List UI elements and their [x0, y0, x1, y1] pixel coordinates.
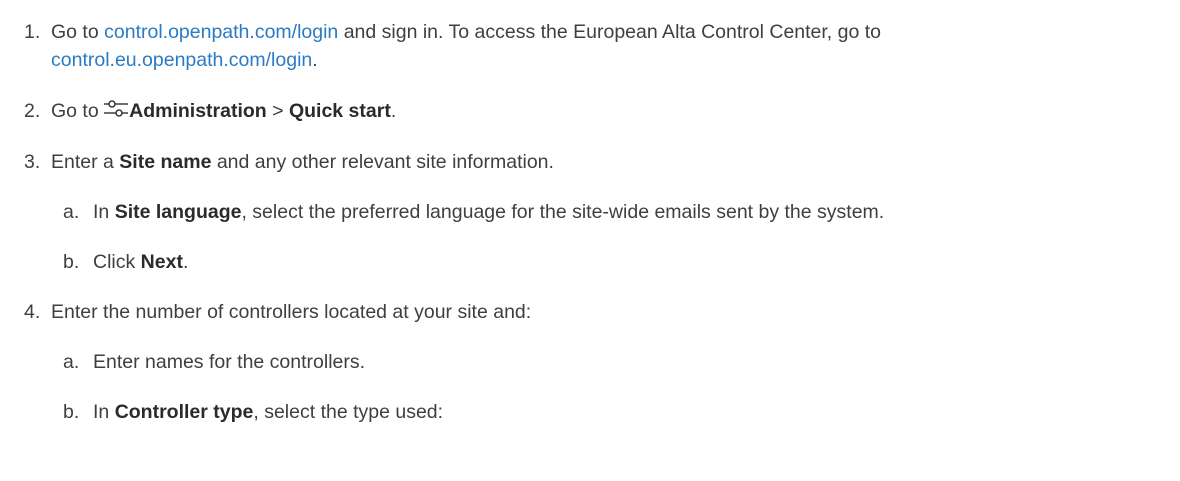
quick-start-label: Quick start: [288, 100, 391, 122]
administration-label: Administration: [129, 100, 267, 122]
step-text: Enter the number of controllers located …: [51, 301, 532, 323]
substep-text: , select the type used:: [253, 401, 444, 423]
substep-text: , select the preferred language for the …: [241, 201, 885, 223]
next-label: Next: [140, 251, 183, 273]
site-language-label: Site language: [114, 201, 242, 223]
step-3: 3. Enter a Site name and any other releva…: [24, 149, 554, 175]
step-1: 1. Go to control.openpath.com/login and s…: [24, 19, 881, 45]
substep-text: Click: [93, 251, 141, 273]
step-text: Enter a: [51, 151, 120, 173]
step-4b: b. In Controller type, select the type us…: [63, 399, 443, 425]
substep-letter: a.: [63, 351, 80, 373]
step-3a: a. In Site language, select the preferred…: [63, 199, 884, 225]
substep-text: In: [93, 401, 115, 423]
step-2: 2. Go to Administration > Quick start.: [24, 98, 396, 124]
step-number: 1.: [24, 21, 41, 43]
breadcrumb-separator: >: [266, 100, 289, 122]
step-text: and sign in. To access the European Alta…: [338, 21, 882, 43]
step-3b: b. Click Next.: [63, 249, 188, 275]
substep-text: In: [93, 201, 115, 223]
controller-type-label: Controller type: [114, 401, 254, 423]
step-text: and any other relevant site information.: [211, 151, 554, 173]
administration-sliders-icon: [104, 100, 129, 117]
substep-text: Enter names for the controllers.: [93, 351, 366, 373]
step-text: Go to: [51, 21, 105, 43]
login-link[interactable]: control.openpath.com/login: [104, 21, 338, 43]
step-number: 2.: [24, 100, 41, 122]
substep-letter: b.: [63, 401, 80, 423]
eu-login-link[interactable]: control.eu.openpath.com/login: [51, 49, 312, 71]
instructions-document: 1. Go to control.openpath.com/login and s…: [0, 0, 1180, 481]
step-number: 4.: [24, 301, 41, 323]
step-number: 3.: [24, 151, 41, 173]
step-4a: a. Enter names for the controllers.: [63, 349, 365, 375]
site-name-label: Site name: [119, 151, 212, 173]
substep-letter: b.: [63, 251, 80, 273]
step-text: Go to: [51, 100, 105, 122]
step-text: .: [312, 49, 318, 71]
step-text: .: [390, 100, 397, 122]
step-4: 4. Enter the number of controllers locate…: [24, 299, 531, 325]
step-1-continued: control.eu.openpath.com/login.: [51, 47, 318, 73]
substep-text: .: [182, 251, 189, 273]
substep-letter: a.: [63, 201, 80, 223]
